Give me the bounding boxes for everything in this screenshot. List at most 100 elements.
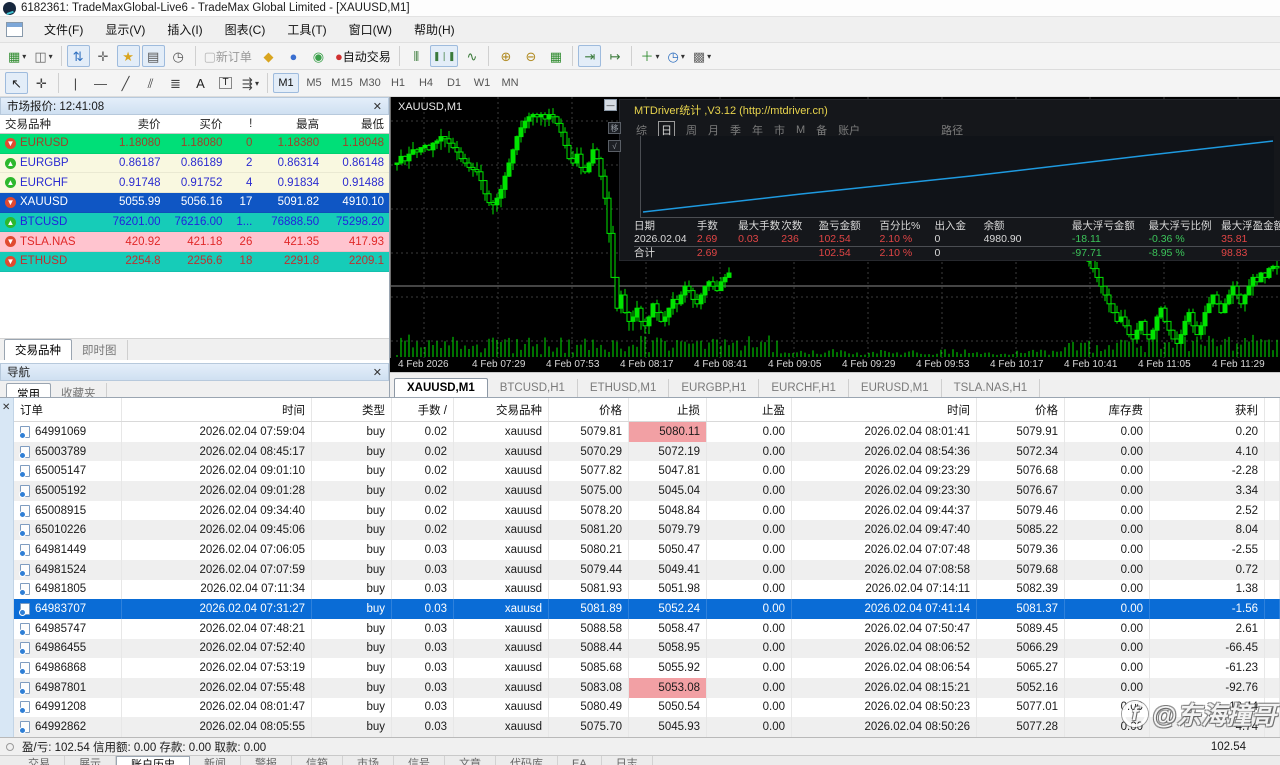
fibonacci-tool[interactable]: ≣ <box>164 72 187 94</box>
bottom-tab-EA[interactable]: EA <box>558 756 602 765</box>
chart-tab-eurgbp-h1[interactable]: EURGBP,H1 <box>669 379 760 397</box>
menu-item-w[interactable]: 窗口(W) <box>338 19 403 41</box>
zoom-out-button[interactable]: ⊖ <box>519 45 542 67</box>
orders-column-header[interactable]: 时间 <box>792 398 977 421</box>
line-chart-button[interactable]: ∿ <box>460 45 483 67</box>
timeframe-h1[interactable]: H1 <box>385 73 411 93</box>
crosshair-tool[interactable]: ✛ <box>30 72 53 94</box>
orders-column-header[interactable]: 库存费 <box>1065 398 1150 421</box>
order-row-64986455[interactable]: 64986455 2026.02.04 07:52:40 buy 0.03 xauusd… <box>14 638 1280 659</box>
chart-area[interactable]: XAUUSD,M1 — 移 √ MTDriver统计 ,V3.12 (http:… <box>390 97 1280 358</box>
bottom-tab-展示[interactable]: 展示 <box>65 756 116 765</box>
order-row-64983707[interactable]: 64983707 2026.02.04 07:31:27 buy 0.03 xauusd… <box>14 599 1280 619</box>
bottom-tab-日志[interactable]: 日志 <box>602 756 653 765</box>
timeframe-m30[interactable]: M30 <box>357 73 383 93</box>
minimize-icon[interactable]: — <box>604 99 617 111</box>
navigator-toggle[interactable]: ★ <box>116 45 140 67</box>
text-tool[interactable]: A <box>189 72 212 94</box>
order-row-65005147[interactable]: 65005147 2026.02.04 09:01:10 buy 0.02 xauusd… <box>14 461 1280 482</box>
vertical-line-tool[interactable]: | <box>64 72 87 94</box>
market-watch-row-xauusd[interactable]: ▼ XAUUSD 5055.99 5056.16 17 5091.82 4910.10 <box>0 193 389 213</box>
menu-item-t[interactable]: 工具(T) <box>276 19 337 41</box>
market-watch-tab-symbols[interactable]: 交易品种 <box>4 339 72 360</box>
bottom-tab-市场[interactable]: 市场 <box>343 756 394 765</box>
chart-tab-eurusd-m1[interactable]: EURUSD,M1 <box>849 379 942 397</box>
order-row-64987801[interactable]: 64987801 2026.02.04 07:55:48 buy 0.03 xauusd… <box>14 677 1280 698</box>
templates-button[interactable]: ▩ ▾ <box>690 45 714 67</box>
experts-button[interactable]: ● <box>282 45 305 67</box>
order-row-64991069[interactable]: 64991069 2026.02.04 07:59:04 buy 0.02 xauusd… <box>14 422 1280 442</box>
timeframe-d1[interactable]: D1 <box>441 73 467 93</box>
order-row-65008915[interactable]: 65008915 2026.02.04 09:34:40 buy 0.02 xauusd… <box>14 500 1280 521</box>
bottom-tab-文章[interactable]: 文章 <box>445 756 496 765</box>
orders-column-header[interactable]: 价格 <box>977 398 1065 421</box>
bottom-tab-交易[interactable]: 交易 <box>14 756 65 765</box>
close-icon[interactable]: ✕ <box>373 366 382 379</box>
orders-column-header[interactable]: 交易品种 <box>454 398 549 421</box>
candle-chart-button[interactable]: ❚❘❚ <box>429 45 459 67</box>
arrows-tool[interactable]: ⇶ ▾ <box>239 72 262 94</box>
menu-item-c[interactable]: 图表(C) <box>214 19 277 41</box>
chart-tab-eurchf-h1[interactable]: EURCHF,H1 <box>759 379 849 397</box>
orders-column-header[interactable]: 时间 <box>122 398 312 421</box>
indicators-button[interactable]: ＋ ▾ <box>637 45 662 67</box>
bottom-tab-新闻[interactable]: 新闻 <box>190 756 241 765</box>
chart-shift-toggle[interactable]: ↦ <box>603 45 626 67</box>
navigator-tab[interactable]: 常用 <box>6 383 51 397</box>
mtdriver-tab-M[interactable]: M <box>796 124 805 136</box>
market-watch-tab-tick-chart[interactable]: 即时图 <box>72 340 128 360</box>
chart-tab-xauusd-m1[interactable]: XAUUSD,M1 <box>394 378 488 397</box>
order-row-64981524[interactable]: 64981524 2026.02.04 07:07:59 buy 0.03 xauusd… <box>14 559 1280 580</box>
orders-column-header[interactable]: 获利 <box>1150 398 1265 421</box>
orders-column-header[interactable]: 价格 <box>549 398 629 421</box>
timeframe-m15[interactable]: M15 <box>329 73 355 93</box>
chart-tab-ethusd-m1[interactable]: ETHUSD,M1 <box>578 379 670 397</box>
chart-window-icon[interactable] <box>6 22 23 37</box>
close-icon[interactable]: ✕ <box>2 402 10 413</box>
chart-tab-btcusd-h1[interactable]: BTCUSD,H1 <box>488 379 578 397</box>
order-row-65010226[interactable]: 65010226 2026.02.04 09:45:06 buy 0.02 xauusd… <box>14 520 1280 541</box>
terminal-toggle[interactable]: ▤ <box>141 45 165 67</box>
order-row-65005192[interactable]: 65005192 2026.02.04 09:01:28 buy 0.02 xauusd… <box>14 481 1280 501</box>
menu-item-v[interactable]: 显示(V) <box>94 19 156 41</box>
bottom-tab-代码库[interactable]: 代码库 <box>496 756 558 765</box>
market-watch-row-eurchf[interactable]: ▲ EURCHF 0.91748 0.91752 4 0.91834 0.91488 <box>0 173 389 194</box>
bottom-tab-信箱[interactable]: 信箱 <box>292 756 343 765</box>
panel-move-icon[interactable]: 移 <box>608 122 621 134</box>
bottom-tab-信号[interactable]: 信号 <box>394 756 445 765</box>
orders-column-header[interactable]: 手数 / <box>392 398 454 421</box>
bar-chart-button[interactable]: ⫴ <box>405 45 428 67</box>
profiles-button[interactable]: ◫ ▾ <box>31 45 55 67</box>
market-watch-row-ethusd[interactable]: ▼ ETHUSD 2254.8 2256.6 18 2291.8 2209.1 <box>0 252 389 272</box>
market-watch-row-tsla.nas[interactable]: ▼ TSLA.NAS 420.92 421.18 26 421.35 417.93 <box>0 232 389 253</box>
periods-button[interactable]: ◷ ▾ <box>664 45 687 67</box>
timeframe-w1[interactable]: W1 <box>469 73 495 93</box>
timeframe-m1[interactable]: M1 <box>273 73 299 93</box>
new-chart-button[interactable]: ▦ ▾ <box>5 45 29 67</box>
menu-item-f[interactable]: 文件(F) <box>33 19 94 41</box>
timeframe-mn[interactable]: MN <box>497 73 523 93</box>
orders-column-header[interactable]: 止盈 <box>707 398 792 421</box>
market-watch-row-eurgbp[interactable]: ▲ EURGBP 0.86187 0.86189 2 0.86314 0.86148 <box>0 153 389 174</box>
orders-column-header[interactable]: 类型 <box>312 398 392 421</box>
channel-tool[interactable]: ⫽ <box>139 72 162 94</box>
cursor-tool[interactable]: ↖ <box>5 72 28 94</box>
chart-tab-tsla-nas-h1[interactable]: TSLA.NAS,H1 <box>942 379 1041 397</box>
order-row-65003789[interactable]: 65003789 2026.02.04 08:45:17 buy 0.02 xauusd… <box>14 441 1280 462</box>
auto-scroll-toggle[interactable]: ⇥ <box>578 45 602 67</box>
close-icon[interactable]: ✕ <box>373 100 382 113</box>
orders-column-header[interactable]: 止损 <box>629 398 707 421</box>
menu-item-i[interactable]: 插入(I) <box>156 19 213 41</box>
market-watch-row-eurusd[interactable]: ▼ EURUSD 1.18080 1.18080 0 1.18380 1.18048 <box>0 134 389 154</box>
market-watch-toggle[interactable]: ⇅ <box>66 45 90 67</box>
timeframe-h4[interactable]: H4 <box>413 73 439 93</box>
data-window-toggle[interactable]: ✛ <box>92 45 115 67</box>
order-row-64985747[interactable]: 64985747 2026.02.04 07:48:21 buy 0.03 xauusd… <box>14 618 1280 639</box>
order-row-64986868[interactable]: 64986868 2026.02.04 07:53:19 buy 0.03 xauusd… <box>14 658 1280 678</box>
order-row-64981805[interactable]: 64981805 2026.02.04 07:11:34 buy 0.03 xauusd… <box>14 579 1280 600</box>
navigator-tab[interactable]: 收藏夹 <box>51 383 107 397</box>
zoom-in-button[interactable]: ⊕ <box>494 45 517 67</box>
order-row-64992862[interactable]: 64992862 2026.02.04 08:05:55 buy 0.03 xauusd… <box>14 717 1280 737</box>
label-tool[interactable]: T <box>214 72 237 94</box>
sounds-button[interactable]: ◉ <box>307 45 330 67</box>
